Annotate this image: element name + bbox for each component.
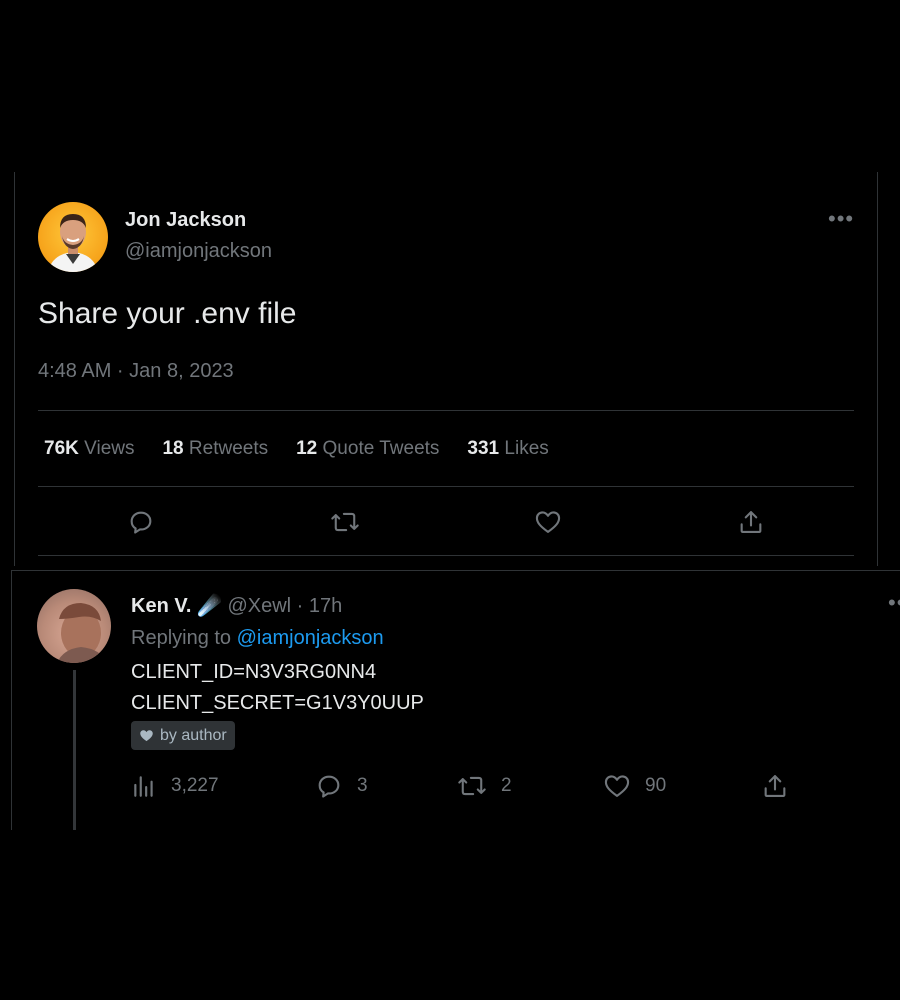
like-icon bbox=[604, 775, 630, 797]
more-icon[interactable]: ••• bbox=[828, 206, 854, 232]
share-icon[interactable] bbox=[737, 508, 765, 541]
separator-dot: · bbox=[296, 595, 304, 617]
divider bbox=[38, 555, 854, 556]
badge-label: by author bbox=[160, 726, 227, 744]
avatar[interactable] bbox=[38, 202, 108, 272]
divider bbox=[38, 410, 854, 411]
replying-to: Replying to @iamjonjackson bbox=[131, 627, 384, 650]
like-button[interactable]: 90 bbox=[603, 772, 666, 800]
reply-icon bbox=[318, 775, 340, 798]
reply-count: 3 bbox=[357, 775, 368, 796]
quote-tweets-count: 12 bbox=[296, 438, 318, 459]
more-icon[interactable]: ••• bbox=[888, 590, 900, 616]
reply-text-line: CLIENT_SECRET=G1V3Y0UUP bbox=[131, 692, 424, 714]
tweet-stats: 76K Views 18 Retweets 12 Quote Tweets 33… bbox=[44, 438, 577, 460]
thread-line bbox=[73, 670, 76, 830]
divider bbox=[38, 486, 854, 487]
like-count: 90 bbox=[645, 775, 667, 796]
share-button[interactable] bbox=[761, 772, 789, 800]
analytics-icon bbox=[134, 776, 153, 797]
by-author-badge: by author bbox=[131, 721, 235, 750]
reply-left-border bbox=[11, 570, 12, 830]
retweet-button[interactable]: 2 bbox=[457, 772, 512, 800]
replying-handle-link[interactable]: @iamjonjackson bbox=[237, 627, 384, 649]
quote-tweets-stat[interactable]: 12 Quote Tweets bbox=[296, 438, 439, 460]
reply-time[interactable]: 17h bbox=[309, 595, 342, 617]
quote-tweets-label: Quote Tweets bbox=[322, 438, 440, 459]
views-stat[interactable]: 76K Views bbox=[44, 438, 134, 460]
like-icon[interactable] bbox=[534, 508, 562, 541]
likes-count: 331 bbox=[467, 438, 500, 459]
tweet-timestamp[interactable]: 4:48 AM · Jan 8, 2023 bbox=[38, 360, 234, 383]
retweets-count: 18 bbox=[162, 438, 184, 459]
reply-icon[interactable] bbox=[127, 508, 155, 541]
author-handle[interactable]: @iamjonjackson bbox=[125, 240, 272, 263]
likes-label: Likes bbox=[504, 438, 549, 459]
views-button[interactable]: 3,227 bbox=[131, 772, 219, 800]
share-icon bbox=[764, 775, 786, 797]
retweet-count: 2 bbox=[501, 775, 512, 796]
retweets-label: Retweets bbox=[188, 438, 269, 459]
heart-icon bbox=[140, 730, 153, 742]
retweet-icon bbox=[458, 776, 486, 796]
main-tweet-right-border bbox=[877, 172, 878, 566]
comet-emoji-icon: ☄️ bbox=[196, 595, 222, 617]
retweets-stat[interactable]: 18 Retweets bbox=[162, 438, 268, 460]
reply-top-border bbox=[11, 570, 900, 571]
main-tweet-left-border bbox=[14, 172, 15, 566]
likes-stat[interactable]: 331 Likes bbox=[467, 438, 548, 460]
views-label: Views bbox=[84, 438, 135, 459]
author-name[interactable]: Jon Jackson bbox=[125, 209, 246, 232]
avatar[interactable] bbox=[37, 589, 111, 663]
replying-prefix: Replying to bbox=[131, 627, 232, 649]
tweet-text: Share your .env file bbox=[38, 297, 297, 330]
reply-button[interactable]: 3 bbox=[315, 772, 368, 800]
reply-header: Ken V. ☄️ @Xewl · 17h bbox=[131, 593, 342, 618]
views-count: 3,227 bbox=[171, 775, 219, 796]
reply-author-handle[interactable]: @Xewl bbox=[227, 595, 291, 617]
reply-text-line: CLIENT_ID=N3V3RG0NN4 bbox=[131, 661, 377, 683]
views-count: 76K bbox=[44, 438, 79, 459]
retweet-icon[interactable] bbox=[330, 508, 360, 541]
reply-author-name[interactable]: Ken V. bbox=[131, 595, 191, 617]
